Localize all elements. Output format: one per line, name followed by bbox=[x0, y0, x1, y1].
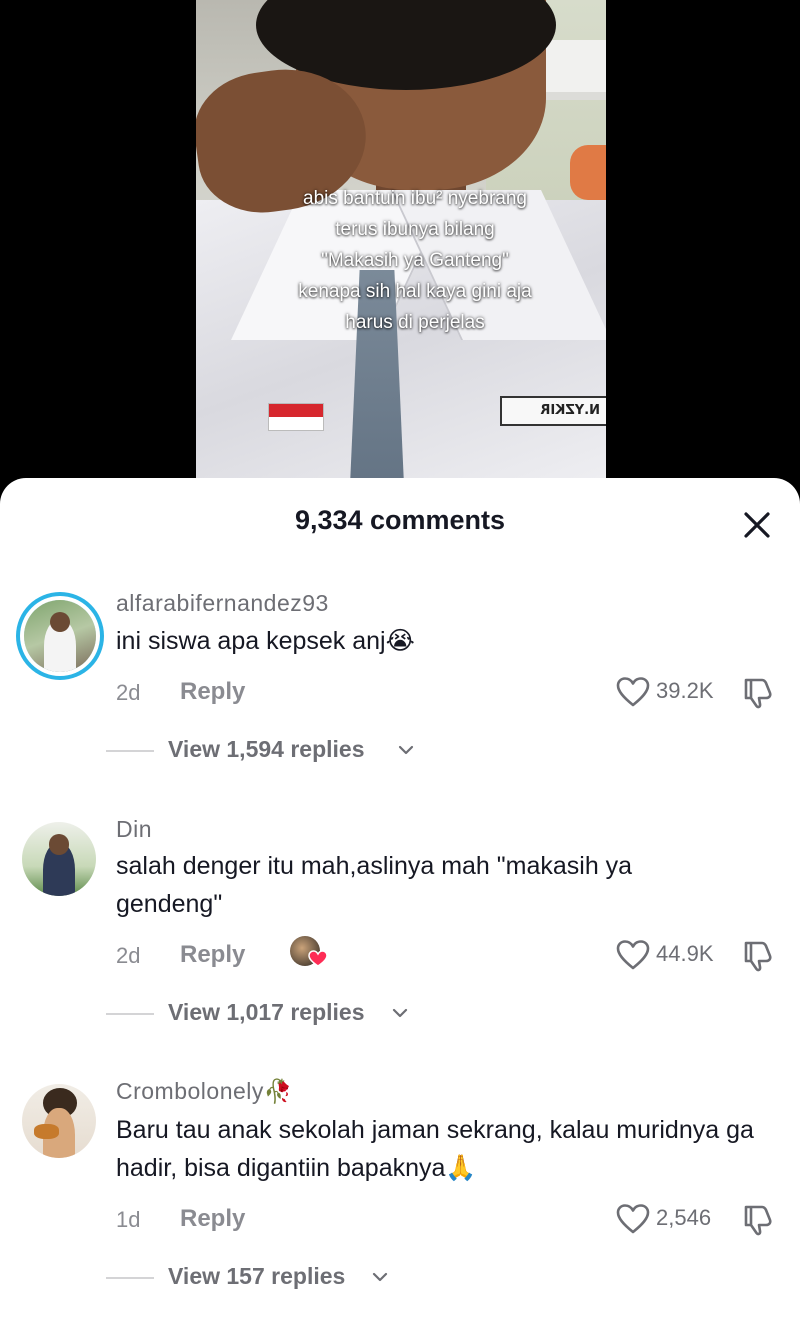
dislike-button[interactable] bbox=[740, 1203, 776, 1239]
comment-time: 2d bbox=[116, 943, 141, 968]
reply-button[interactable]: Reply bbox=[180, 1205, 245, 1233]
chevron-down-icon bbox=[372, 1272, 388, 1282]
heart-icon bbox=[616, 677, 650, 707]
reply-button[interactable]: Reply bbox=[180, 941, 245, 969]
like-button[interactable]: 39.2K bbox=[616, 674, 726, 710]
comment-username[interactable]: Din bbox=[116, 816, 152, 843]
divider-line bbox=[106, 1277, 154, 1279]
video-air-conditioner bbox=[536, 40, 606, 100]
view-replies-button[interactable]: View 1,594 replies bbox=[106, 736, 426, 766]
like-button[interactable]: 2,546 bbox=[616, 1201, 726, 1237]
view-replies-label: View 157 replies bbox=[168, 1263, 346, 1289]
view-replies-label: View 1,017 replies bbox=[168, 999, 365, 1025]
divider-line bbox=[106, 750, 154, 752]
thumbs-down-icon bbox=[744, 1205, 772, 1236]
flag-badge bbox=[268, 403, 324, 431]
caption-line: "Makasih ya Ganteng" bbox=[321, 250, 509, 271]
like-button[interactable]: 44.9K bbox=[616, 937, 726, 973]
comments-sheet: 9,334 comments alfarabifernandez93 ini s… bbox=[0, 478, 800, 1338]
name-tag: N.YZKIR bbox=[500, 396, 606, 426]
thumbs-down-icon bbox=[744, 941, 772, 972]
dislike-button[interactable] bbox=[740, 676, 776, 712]
caption-line: harus di perjelas bbox=[345, 312, 485, 333]
caption-line: terus ibunya bilang bbox=[335, 219, 495, 240]
like-count: 2,546 bbox=[656, 1205, 712, 1230]
creator-liked-badge bbox=[290, 936, 330, 972]
video-caption: abis bantuin ibu² nyebrang terus ibunya … bbox=[240, 183, 590, 338]
view-replies-button[interactable]: View 157 replies bbox=[106, 1263, 406, 1293]
video-player[interactable]: N.YZKIR abis bantuin ibu² nyebrang terus… bbox=[0, 0, 800, 520]
view-replies-button[interactable]: View 1,017 replies bbox=[106, 999, 426, 1029]
caption-line: abis bantuin ibu² nyebrang bbox=[303, 188, 527, 209]
divider-line bbox=[106, 1013, 154, 1015]
comment-time: 1d bbox=[116, 1207, 141, 1232]
chevron-down-icon bbox=[398, 745, 414, 755]
comment-username[interactable]: Crombolonely🥀 bbox=[116, 1078, 293, 1105]
heart-icon bbox=[616, 1204, 650, 1234]
avatar-food bbox=[33, 1123, 59, 1139]
comments-count-title: 9,334 comments bbox=[294, 505, 506, 535]
close-button[interactable] bbox=[740, 508, 774, 542]
comment-time: 2d bbox=[116, 680, 141, 705]
comment-text: salah denger itu mah,aslinya mah "makasi… bbox=[116, 852, 633, 918]
comment-text: ini siswa apa kepsek anj😭 bbox=[116, 627, 415, 655]
comment-text: Baru tau anak sekolah jaman sekrang, kal… bbox=[116, 1116, 754, 1182]
avatar[interactable] bbox=[22, 1084, 96, 1158]
reply-button[interactable]: Reply bbox=[180, 678, 245, 706]
avatar[interactable] bbox=[22, 822, 96, 896]
comment-username[interactable]: alfarabifernandez93 bbox=[116, 590, 329, 617]
heart-icon bbox=[616, 940, 650, 970]
close-icon bbox=[744, 512, 770, 538]
like-count: 44.9K bbox=[656, 941, 714, 966]
thumbs-down-icon bbox=[744, 678, 772, 709]
like-count: 39.2K bbox=[656, 678, 714, 703]
chevron-down-icon bbox=[392, 1008, 408, 1018]
dislike-button[interactable] bbox=[740, 939, 776, 975]
avatar[interactable] bbox=[24, 600, 96, 672]
heart-badge-icon bbox=[308, 950, 328, 967]
view-replies-label: View 1,594 replies bbox=[168, 736, 365, 762]
caption-line: kenapa sih hal kaya gini aja bbox=[298, 281, 532, 302]
